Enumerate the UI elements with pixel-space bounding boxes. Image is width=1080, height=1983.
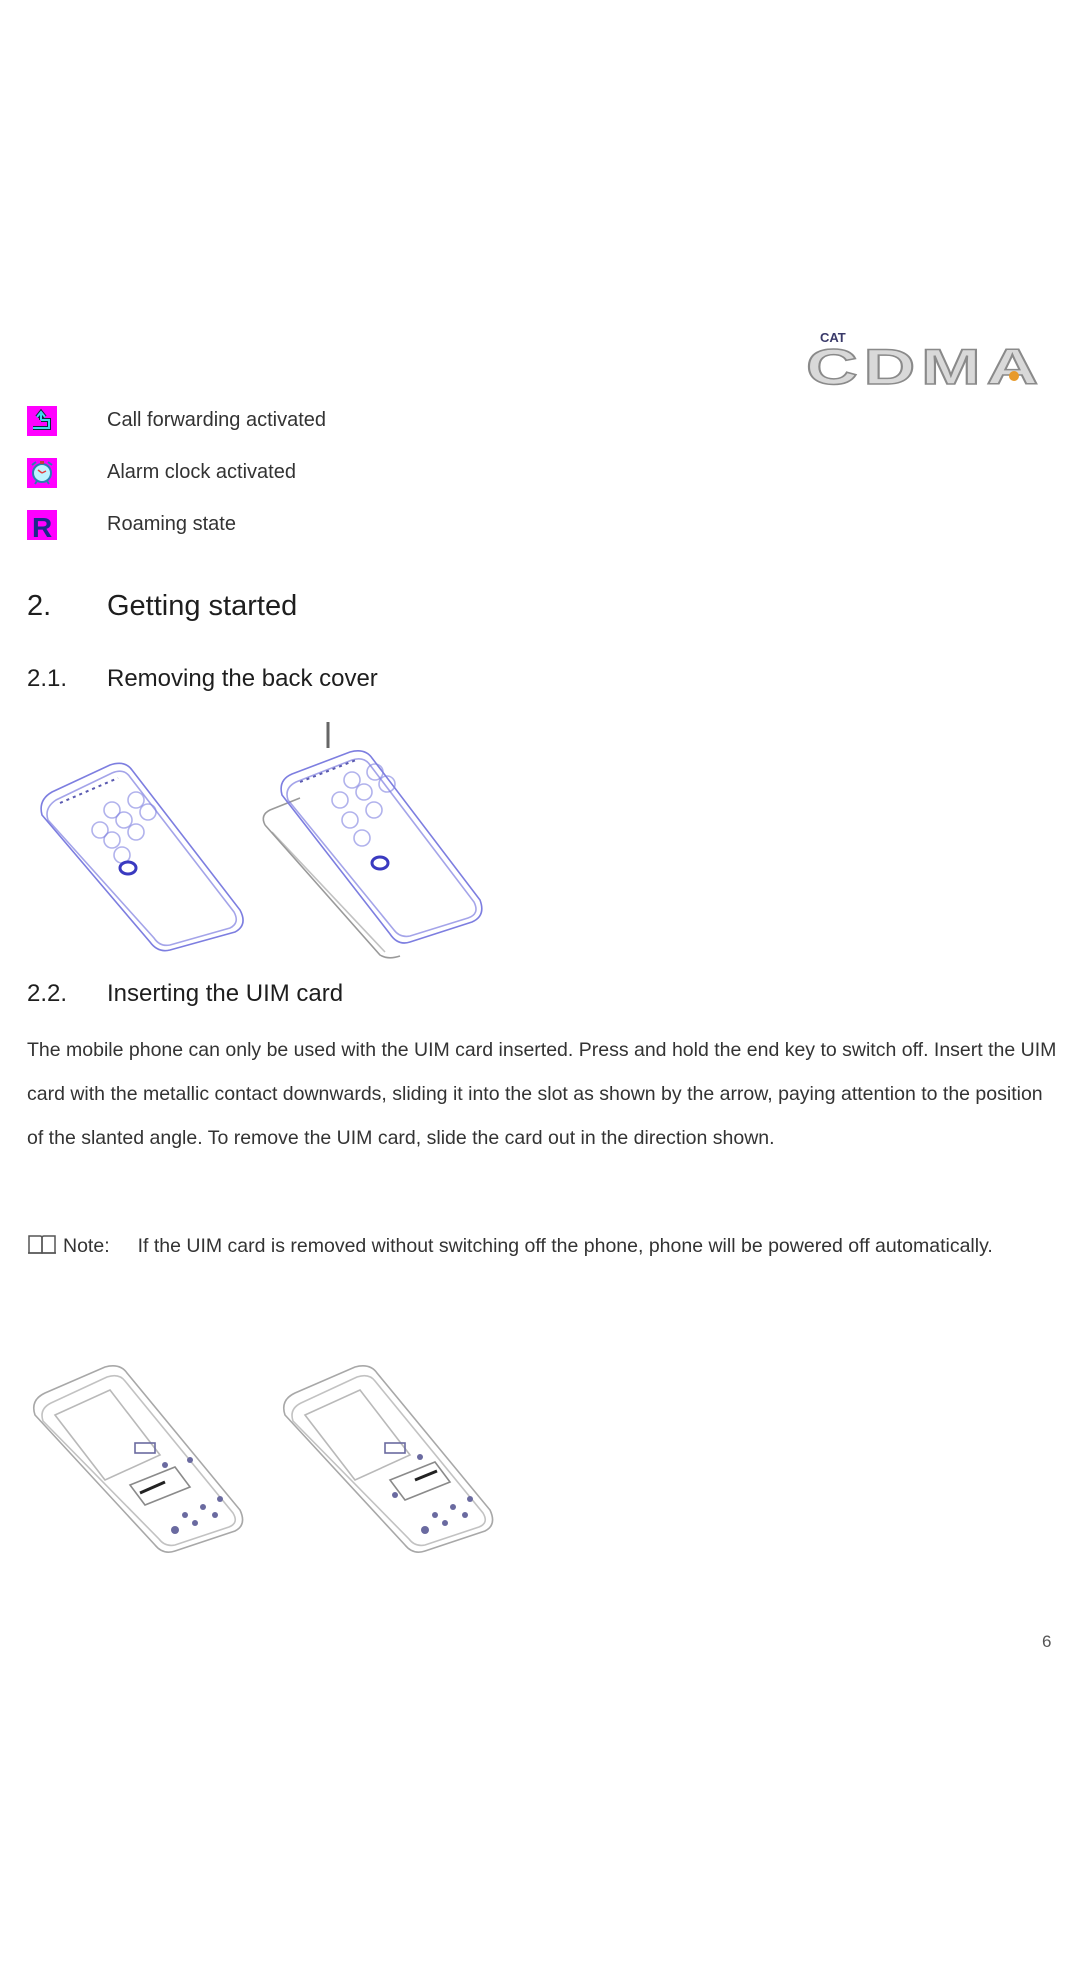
cdma-logo: CAT CDMA [800,326,1050,396]
book-icon [27,1233,57,1255]
section-title: Getting started [107,590,298,622]
status-icon-label: Call forwarding activated [107,409,326,431]
logo-main-text: CDMA [806,339,1044,395]
status-icon-label: Alarm clock activated [107,461,296,483]
call-forwarding-icon [27,406,57,436]
subsection-title: Removing the back cover [107,665,378,692]
subsection-number: 2.1. [27,665,68,692]
phone-cover-removed-view [262,722,483,959]
alarm-clock-icon [27,458,57,488]
phone-back-view [40,762,244,952]
body-paragraph: The mobile phone can only be used with t… [27,1039,1057,1149]
subsection-heading: 2.2. Inserting the UIM card [27,980,627,1014]
uim-card-illustration [25,1345,495,1555]
phone-uim-insert-view [32,1365,244,1553]
back-cover-illustration [30,720,490,960]
subsection-number: 2.2. [27,980,68,1007]
note-text: If the UIM card is removed without switc… [137,1235,993,1257]
roaming-icon: R [27,510,57,540]
section-number: 2. [27,590,52,622]
note-block: Note: If the UIM card is removed without … [27,1225,1057,1268]
svg-text:R: R [32,512,52,540]
subsection-heading: 2.1. Removing the back cover [27,665,627,699]
subsection-title: Inserting the UIM card [107,980,344,1007]
logo-accent-dot [1009,371,1019,381]
status-icon-label: Roaming state [107,513,236,535]
section-heading: 2. Getting started [27,590,627,630]
page-number: 6 [1042,1632,1052,1651]
note-label: Note: [63,1235,110,1257]
phone-uim-remove-view [282,1365,494,1553]
